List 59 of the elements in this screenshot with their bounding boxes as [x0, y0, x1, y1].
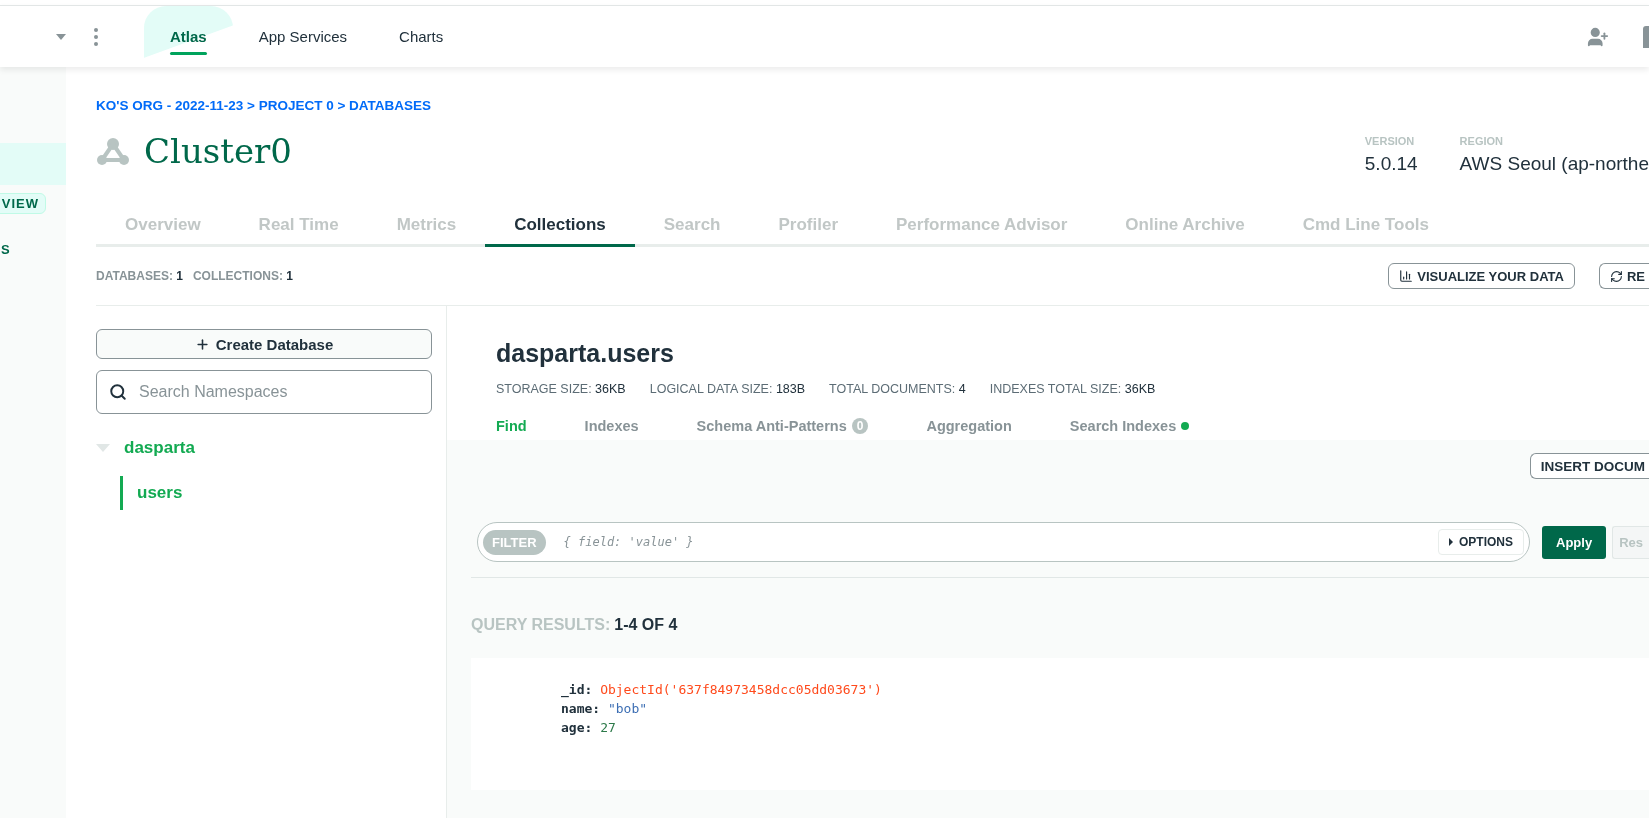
count-badge: 0 — [851, 418, 869, 434]
results-count: 1-4 OF 4 — [614, 616, 678, 634]
collection-tab[interactable]: Aggregation — [914, 414, 1012, 440]
nav-tab[interactable]: Charts — [373, 6, 470, 67]
filter-field[interactable]: FILTER { field: 'value' } OPTIONS — [477, 522, 1530, 562]
tab[interactable]: Search — [634, 203, 750, 247]
apply-button[interactable]: Apply — [1542, 525, 1607, 559]
tab[interactable]: Performance Advisor — [867, 203, 1097, 247]
search-icon — [109, 383, 127, 401]
cluster-icon — [96, 136, 130, 166]
more-icon[interactable] — [94, 27, 98, 46]
collection-tab[interactable]: Search Indexes — [1057, 414, 1190, 440]
tab[interactable]: Collections — [485, 203, 635, 247]
stat-text: LOGICAL DATA SIZE: 183B — [649, 382, 806, 396]
results-label: QUERY RESULTS: — [471, 616, 611, 634]
tab[interactable]: Real Time — [229, 203, 368, 247]
visualize-button[interactable]: VISUALIZE YOUR DATA — [1388, 263, 1575, 289]
nav-tab[interactable]: App Services — [232, 6, 374, 67]
tab[interactable]: Overview — [96, 203, 230, 247]
document-field: name: "bob" — [561, 699, 1649, 718]
nav-tab[interactable]: Atlas — [144, 6, 233, 67]
sidebar-item[interactable]: S — [1, 242, 66, 257]
filter-label: FILTER — [483, 529, 546, 555]
add-user-icon[interactable] — [1587, 25, 1609, 48]
collection-tab[interactable]: Find — [484, 414, 527, 440]
info-label: REGION — [1459, 135, 1504, 147]
refresh-icon — [1609, 269, 1623, 283]
stat-text: TOTAL DOCUMENTS: 4 — [829, 382, 966, 396]
collection-title: dasparta.users — [496, 339, 675, 368]
tab[interactable]: Metrics — [367, 203, 486, 247]
tab[interactable]: Profiler — [749, 203, 867, 247]
tab[interactable]: Online Archive — [1096, 203, 1274, 247]
chart-icon — [1399, 269, 1414, 283]
collection-tab[interactable]: Indexes — [572, 414, 639, 440]
create-database-button[interactable]: Create Database — [96, 329, 432, 359]
info-value: 5.0.14 — [1364, 153, 1418, 175]
refresh-button[interactable]: RE — [1598, 263, 1649, 289]
tab[interactable]: Cmd Line Tools — [1273, 203, 1458, 247]
plus-icon — [194, 336, 210, 352]
caret-icon[interactable] — [56, 33, 66, 40]
breadcrumb-link[interactable]: KO'S ORG - 2022-11-23 > PROJECT 0 > DATABASES — [96, 98, 1649, 113]
info-value: AWS Seoul (ap-northe — [1459, 153, 1649, 175]
collection-tab[interactable]: Schema Anti-Patterns 0 — [684, 414, 869, 440]
info-label: VERSION — [1364, 135, 1416, 147]
options-button[interactable]: OPTIONS — [1438, 529, 1524, 555]
database-item[interactable]: dasparta — [124, 438, 195, 458]
reset-button[interactable]: Res — [1612, 525, 1649, 559]
sidebar-badge: VIEW — [0, 193, 46, 214]
stat-text: COLLECTIONS: 1 — [192, 269, 293, 283]
cluster-title: Cluster0 — [96, 131, 292, 171]
collection-item[interactable]: users — [120, 476, 432, 510]
document-field: age: 27 — [561, 718, 1649, 737]
document-field: _id: ObjectId('637f84973458dcc05dd03673') — [561, 680, 1649, 699]
search-field[interactable]: Search Namespaces — [96, 370, 432, 414]
insert-document-button[interactable]: INSERT DOCUM — [1529, 453, 1649, 479]
stat-text: INDEXES TOTAL SIZE: 36KB — [989, 382, 1156, 396]
stat-text: DATABASES: 1 — [96, 269, 183, 283]
stat-text: STORAGE SIZE: 36KB — [496, 382, 626, 396]
caret-icon — [1449, 538, 1453, 546]
